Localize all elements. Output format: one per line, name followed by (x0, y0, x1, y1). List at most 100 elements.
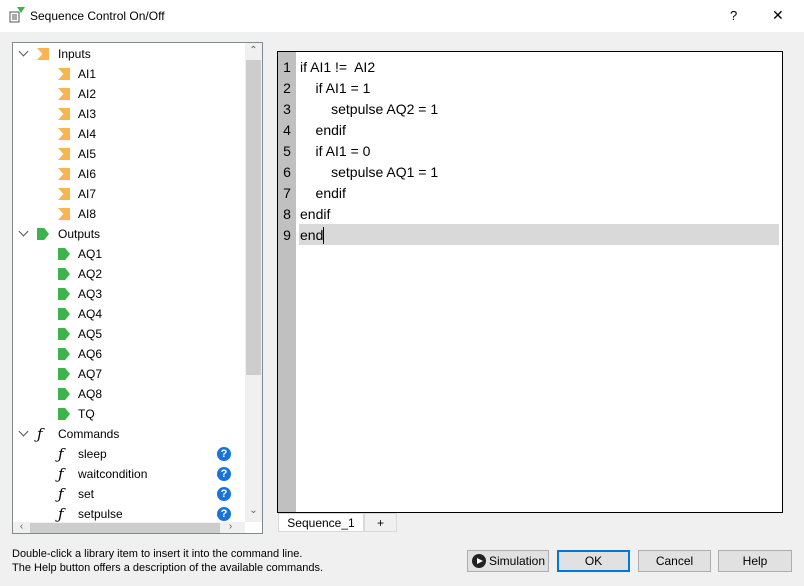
line-number: 9 (283, 227, 291, 243)
line-number: 2 (283, 80, 291, 96)
output-icon (58, 368, 70, 380)
tree-item-aq7[interactable]: AQ7 (13, 364, 245, 384)
current-line-highlight (299, 224, 779, 245)
tree-item-label: AI5 (78, 147, 97, 161)
tree-item-ai4[interactable]: AI4 (13, 124, 245, 144)
line-number: 1 (283, 59, 291, 75)
play-icon (472, 554, 486, 568)
tree-item-label: AI7 (78, 187, 97, 201)
input-icon (58, 168, 70, 180)
vertical-scrollbar-thumb[interactable] (246, 60, 261, 375)
tree-category-label: Inputs (58, 47, 91, 61)
tree-item-label: AQ8 (78, 387, 103, 401)
simulation-label: Simulation (489, 554, 546, 568)
function-icon: ƒ (58, 485, 64, 503)
tree-category-outputs[interactable]: Outputs (13, 224, 245, 244)
code-line[interactable]: setpulse AQ2 = 1 (300, 99, 438, 120)
tree-item-label: AQ5 (78, 327, 103, 341)
input-icon (58, 88, 70, 100)
library-tree[interactable]: Inputs AI1 AI2 AI3 AI4 AI5 AI6 AI7 AI8 Outputs AQ1… (12, 42, 263, 534)
tree-item-ai5[interactable]: AI5 (13, 144, 245, 164)
chevron-down-icon[interactable] (18, 226, 29, 237)
help-circle-icon[interactable]: ? (217, 487, 231, 501)
tree-category-label: Outputs (58, 227, 101, 241)
tree-item-label: AI2 (78, 87, 97, 101)
horizontal-scrollbar-thumb[interactable] (30, 523, 220, 533)
scroll-down-arrow-icon[interactable]: ⌄ (245, 505, 262, 516)
tree-item-label: AI8 (78, 207, 97, 221)
close-button[interactable]: ✕ (772, 7, 784, 24)
tree-item-waitcondition[interactable]: ƒ waitcondition? (13, 464, 245, 484)
tree-item-sleep[interactable]: ƒ sleep? (13, 444, 245, 464)
tree-item-label: AQ7 (78, 367, 103, 381)
help-circle-icon[interactable]: ? (217, 447, 231, 461)
tree-item-ai7[interactable]: AI7 (13, 184, 245, 204)
code-line[interactable]: endif (300, 120, 346, 141)
line-number: 7 (283, 185, 291, 201)
tree-item-label: set (78, 487, 95, 501)
input-icon (37, 48, 49, 60)
help-title-button[interactable]: ? (730, 8, 737, 23)
code-line[interactable]: if AI1 = 1 (300, 78, 371, 99)
tree-item-aq6[interactable]: AQ6 (13, 344, 245, 364)
tree-item-ai8[interactable]: AI8 (13, 204, 245, 224)
chevron-down-icon[interactable] (18, 426, 29, 437)
function-icon: ƒ (58, 505, 64, 523)
tree-item-label: AQ4 (78, 307, 103, 321)
input-icon (58, 108, 70, 120)
output-icon (58, 248, 70, 260)
tree-item-label: TQ (78, 407, 95, 421)
code-line[interactable]: if AI1 != AI2 (300, 57, 375, 78)
code-editor[interactable]: 1 if AI1 != AI2 2 if AI1 = 1 3 setpulse AQ2… (277, 51, 783, 513)
add-tab-button[interactable]: + (364, 513, 397, 532)
help-text-line-2: The Help button offers a description of … (12, 562, 324, 574)
code-line[interactable]: endif (300, 204, 330, 225)
output-icon (58, 328, 70, 340)
tree-item-ai1[interactable]: AI1 (13, 64, 245, 84)
tree-item-aq2[interactable]: AQ2 (13, 264, 245, 284)
tree-item-label: AQ6 (78, 347, 103, 361)
tree-item-tq[interactable]: TQ (13, 404, 245, 424)
tree-item-label: setpulse (78, 507, 123, 521)
code-line[interactable]: if AI1 = 0 (300, 141, 371, 162)
tree-category-label: Commands (58, 427, 120, 441)
cancel-button[interactable]: Cancel (638, 550, 711, 572)
input-icon (58, 188, 70, 200)
tree-item-aq5[interactable]: AQ5 (13, 324, 245, 344)
ok-button[interactable]: OK (557, 550, 630, 572)
tree-item-aq1[interactable]: AQ1 (13, 244, 245, 264)
tree-item-label: AI3 (78, 107, 97, 121)
tab-sequence-1[interactable]: Sequence_1 (278, 513, 364, 532)
code-line[interactable]: setpulse AQ1 = 1 (300, 162, 438, 183)
tree-item-ai3[interactable]: AI3 (13, 104, 245, 124)
help-circle-icon[interactable]: ? (217, 467, 231, 481)
code-line[interactable]: endif (300, 183, 346, 204)
chevron-down-icon[interactable] (18, 46, 29, 57)
input-icon (58, 68, 70, 80)
output-icon (58, 408, 70, 420)
text-caret (323, 227, 324, 244)
tree-item-aq8[interactable]: AQ8 (13, 384, 245, 404)
tree-category-inputs[interactable]: Inputs (13, 44, 245, 64)
input-icon (58, 148, 70, 160)
function-icon: ƒ (58, 445, 64, 463)
scroll-right-arrow-icon[interactable]: › (222, 521, 239, 532)
scroll-up-arrow-icon[interactable]: ⌃ (245, 45, 262, 56)
tree-item-ai2[interactable]: AI2 (13, 84, 245, 104)
tree-item-label: AI1 (78, 67, 97, 81)
output-icon (37, 228, 49, 240)
tree-item-label: AQ2 (78, 267, 103, 281)
tree-category-commands[interactable]: ƒ Commands (13, 424, 245, 444)
tree-item-aq3[interactable]: AQ3 (13, 284, 245, 304)
code-line[interactable]: end (300, 225, 323, 246)
tree-item-label: AI6 (78, 167, 97, 181)
tree-item-set[interactable]: ƒ set? (13, 484, 245, 504)
help-button[interactable]: Help (718, 550, 792, 572)
tree-item-aq4[interactable]: AQ4 (13, 304, 245, 324)
tree-item-setpulse[interactable]: ƒ setpulse? (13, 504, 245, 524)
tree-item-ai6[interactable]: AI6 (13, 164, 245, 184)
help-circle-icon[interactable]: ? (217, 507, 231, 521)
line-number: 3 (283, 101, 291, 117)
simulation-button[interactable]: Simulation (467, 550, 549, 572)
scroll-left-arrow-icon[interactable]: ‹ (13, 521, 30, 532)
